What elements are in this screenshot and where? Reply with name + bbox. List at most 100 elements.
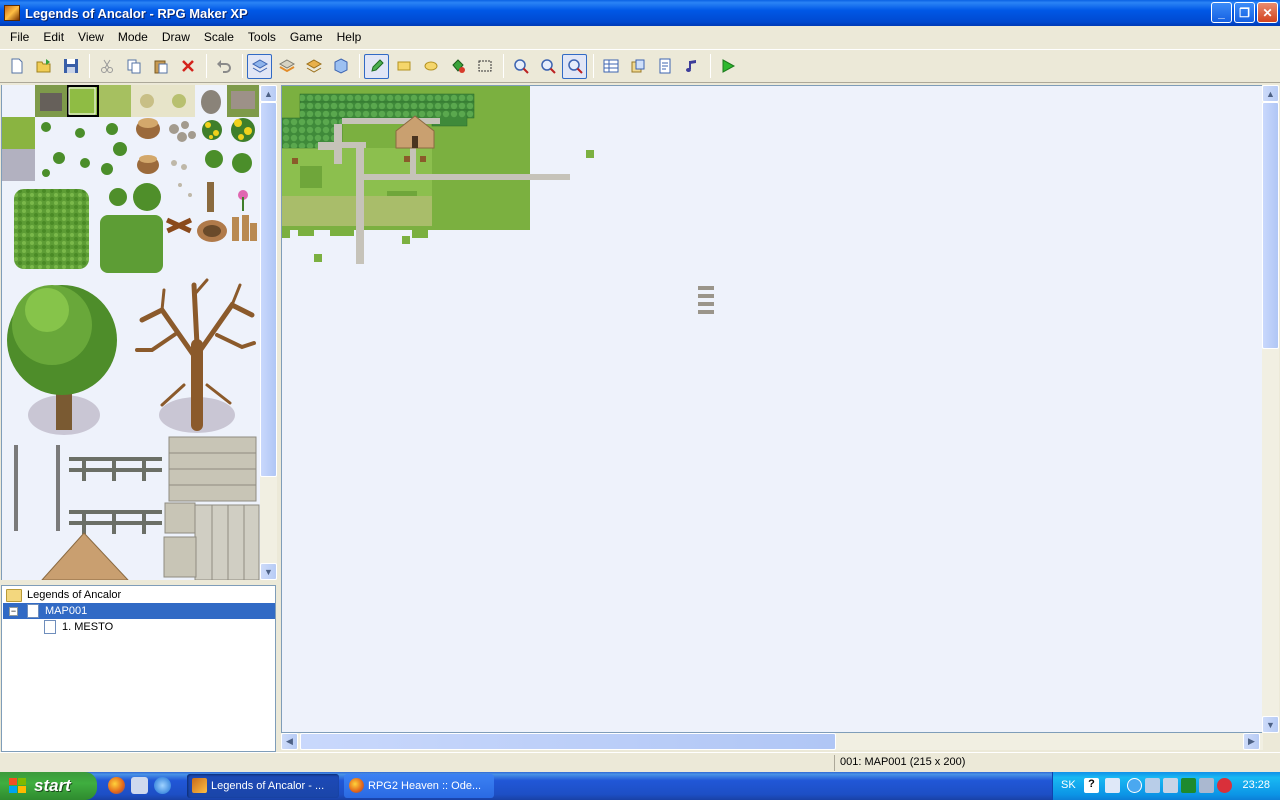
chevron-left-icon[interactable] — [1127, 778, 1142, 793]
language-indicator[interactable]: SK — [1061, 779, 1076, 791]
tree-item-map001[interactable]: − MAP001 — [3, 603, 275, 619]
shield-icon[interactable] — [1217, 778, 1232, 793]
map-tree-panel[interactable]: Legends of Ancalor − MAP001 1. MESTO — [1, 585, 276, 752]
fill-tool-button[interactable] — [445, 54, 470, 79]
layer-3-icon — [305, 59, 322, 73]
scroll-down-arrow-icon[interactable]: ▼ — [1262, 716, 1279, 733]
tree-item-mesto[interactable]: 1. MESTO — [44, 619, 264, 635]
task-label: Legends of Ancalor - ... — [211, 780, 325, 792]
map-hscroll-thumb[interactable] — [300, 733, 836, 750]
marquee-select-icon — [478, 60, 491, 72]
device-icon[interactable] — [1199, 778, 1214, 793]
menu-tools[interactable]: Tools — [241, 28, 283, 46]
palette-scroll-thumb[interactable] — [260, 102, 277, 477]
cut-button[interactable] — [94, 54, 119, 79]
clock[interactable]: 23:28 — [1242, 779, 1270, 791]
playtest-button[interactable] — [715, 54, 740, 79]
tree-project-root[interactable]: Legends of Ancalor — [6, 587, 274, 603]
email-quicklaunch-icon[interactable] — [131, 777, 148, 794]
menu-file[interactable]: File — [3, 28, 36, 46]
restore-button[interactable]: ❐ — [1234, 2, 1255, 23]
database-button[interactable] — [598, 54, 623, 79]
ie-quicklaunch-icon[interactable] — [154, 777, 171, 794]
windows-flag-icon — [9, 778, 26, 793]
materialbase-icon — [631, 59, 644, 73]
map-editor-canvas[interactable] — [281, 85, 1263, 733]
layer-3-button[interactable] — [301, 54, 326, 79]
paste-button[interactable] — [148, 54, 173, 79]
palette-vertical-scrollbar[interactable]: ▲ ▼ — [260, 85, 277, 580]
layer-2-icon — [278, 59, 295, 73]
ellipse-icon — [424, 61, 437, 71]
network-icon[interactable] — [1145, 778, 1160, 793]
map-render[interactable] — [282, 86, 1263, 733]
music-note-icon — [685, 60, 696, 72]
scroll-up-arrow-icon[interactable]: ▲ — [260, 85, 277, 102]
pencil-tool-button[interactable] — [364, 53, 389, 79]
map-vscroll-thumb[interactable] — [1262, 102, 1279, 349]
rpg-maker-app-icon[interactable] — [4, 5, 20, 21]
menu-help[interactable]: Help — [330, 28, 369, 46]
menu-edit[interactable]: Edit — [36, 28, 71, 46]
layer-1-button[interactable] — [247, 53, 272, 79]
new-project-button[interactable] — [4, 54, 29, 79]
menu-scale[interactable]: Scale — [197, 28, 241, 46]
window-title: Legends of Ancalor - RPG Maker XP — [25, 5, 248, 21]
antivirus-icon[interactable] — [1181, 778, 1196, 793]
copy-button[interactable] — [121, 54, 146, 79]
undo-arrow-icon — [216, 60, 231, 73]
materialbase-button[interactable] — [625, 54, 650, 79]
scroll-down-arrow-icon[interactable]: ▼ — [260, 563, 277, 580]
scroll-up-arrow-icon[interactable]: ▲ — [1262, 85, 1279, 102]
sound-test-button[interactable] — [679, 54, 704, 79]
script-editor-button[interactable] — [652, 54, 677, 79]
zoom-1-4-button[interactable] — [562, 53, 587, 79]
select-tool-button[interactable] — [472, 54, 497, 79]
tileset-palette[interactable] — [1, 85, 260, 580]
taskbar-item-rpgmaker[interactable]: Legends of Ancalor - ... — [187, 774, 339, 798]
layer-2-button[interactable] — [274, 54, 299, 79]
collapse-minus-icon[interactable]: − — [9, 606, 18, 616]
layer-1-icon — [251, 59, 268, 73]
close-button[interactable]: ✕ — [1257, 2, 1278, 23]
project-name-label: Legends of Ancalor — [27, 589, 122, 601]
taskbar-item-browser[interactable]: RPG2 Heaven :: Ode... — [344, 774, 494, 798]
rpg-maker-app-icon — [192, 778, 207, 793]
help-icon[interactable]: ? — [1084, 778, 1099, 793]
zoom-1-1-button[interactable] — [508, 54, 533, 79]
ellipse-tool-button[interactable] — [418, 54, 443, 79]
menu-mode[interactable]: Mode — [111, 28, 155, 46]
undo-button[interactable] — [211, 54, 236, 79]
menu-game[interactable]: Game — [283, 28, 330, 46]
open-project-button[interactable] — [31, 54, 56, 79]
delete-button[interactable] — [175, 54, 200, 79]
save-project-button[interactable] — [58, 54, 83, 79]
map-name-label: MAP001 — [45, 605, 88, 617]
map-vertical-scrollbar[interactable]: ▲ ▼ — [1262, 85, 1279, 733]
zoom-1-2-button[interactable] — [535, 54, 560, 79]
scroll-left-arrow-icon[interactable]: ◀ — [281, 733, 298, 750]
event-cube-icon — [334, 58, 347, 74]
menu-draw[interactable]: Draw — [155, 28, 197, 46]
events-layer-button[interactable] — [328, 54, 353, 79]
map-info-status: 001: MAP001 (215 x 200) — [840, 756, 966, 768]
zoom-1-2-icon — [540, 59, 556, 74]
zoom-1-1-icon — [513, 59, 529, 74]
rectangle-tool-button[interactable] — [391, 54, 416, 79]
script-editor-icon — [659, 58, 670, 74]
notification-icon[interactable] — [1105, 778, 1120, 793]
tileset-image[interactable] — [2, 85, 260, 580]
status-bar: 001: MAP001 (215 x 200) — [0, 752, 1280, 772]
task-label: RPG2 Heaven :: Ode... — [368, 780, 482, 792]
map-horizontal-scrollbar[interactable]: ◀ ▶ — [281, 733, 1263, 750]
volume-icon[interactable] — [1163, 778, 1178, 793]
menu-view[interactable]: View — [71, 28, 111, 46]
toolbar-separator — [242, 54, 243, 78]
zoom-1-4-icon — [567, 59, 583, 74]
start-button[interactable]: start — [0, 772, 97, 800]
play-icon — [722, 59, 735, 73]
firefox-quicklaunch-icon[interactable] — [108, 777, 125, 794]
minimize-button[interactable]: _ — [1211, 2, 1232, 23]
scroll-right-arrow-icon[interactable]: ▶ — [1243, 733, 1260, 750]
scissors-icon — [100, 59, 113, 73]
